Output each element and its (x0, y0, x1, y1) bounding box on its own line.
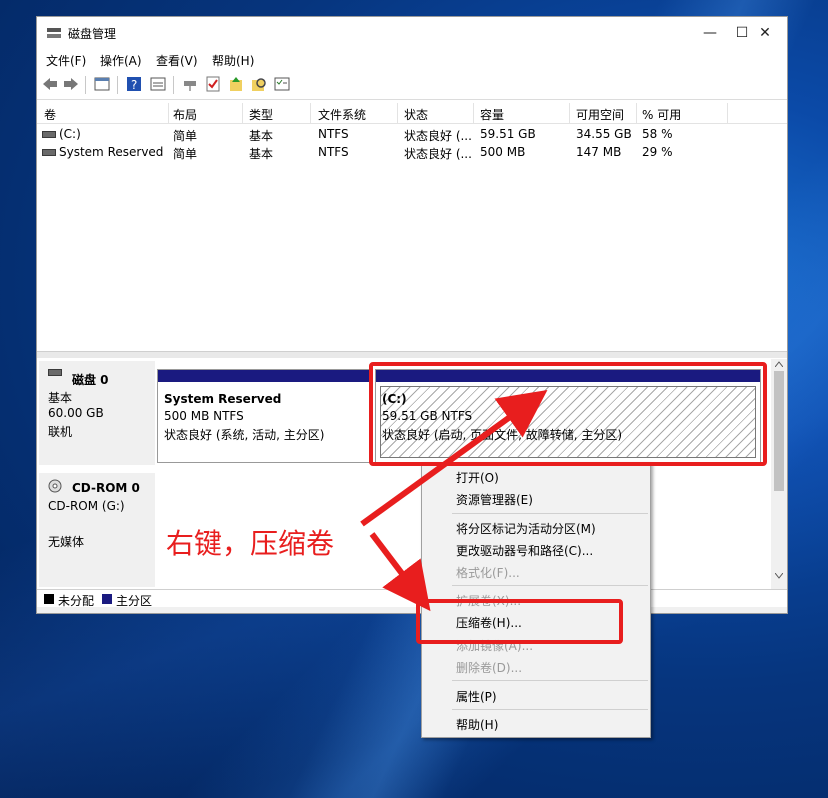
arrow-to-volume (360, 389, 548, 527)
annotation-arrows (360, 389, 548, 612)
arrow-to-shrink (369, 532, 431, 612)
